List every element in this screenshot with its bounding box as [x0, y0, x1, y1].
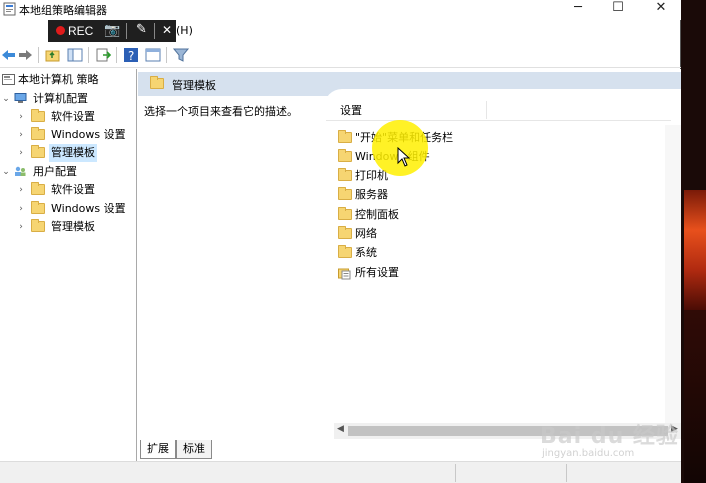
chevron-right-icon[interactable]: ›	[16, 218, 26, 236]
forward-arrow-icon[interactable]	[16, 46, 34, 64]
scroll-left-icon[interactable]: ◀	[337, 424, 344, 434]
folder-icon	[31, 182, 45, 195]
folder-icon	[31, 145, 45, 158]
filter-icon[interactable]	[172, 46, 190, 64]
column-divider[interactable]	[486, 101, 487, 119]
camera-icon[interactable]: 📷	[104, 23, 120, 38]
chevron-right-icon[interactable]: ›	[16, 200, 26, 218]
recorder-divider	[154, 23, 155, 39]
toolbar-divider	[38, 47, 39, 63]
list-item-label: 服务器	[355, 188, 388, 201]
list-item-label: 网络	[355, 227, 377, 240]
folder-icon	[338, 130, 352, 143]
recorder-divider	[126, 23, 127, 39]
record-dot-icon	[56, 26, 65, 35]
folder-icon	[31, 219, 45, 232]
tree-label: 软件设置	[51, 110, 95, 123]
list-item-label: 系统	[355, 246, 377, 259]
folder-icon	[338, 149, 352, 162]
screen-recorder-bar: REC 📷 ✎ ✕	[48, 20, 176, 42]
list-item-label: 所有设置	[355, 266, 399, 279]
tree-label: 管理模板	[49, 144, 97, 162]
folder-icon	[338, 168, 352, 181]
chevron-down-icon[interactable]: ⌄	[1, 90, 11, 108]
toolbar-divider	[166, 47, 167, 63]
menu-help[interactable]: (H)	[176, 24, 193, 37]
navigation-tree: 本地计算机 策略 ⌄ 计算机配置 › 软件设置 › Windows 设置 › 管…	[0, 69, 137, 461]
record-label[interactable]: REC	[68, 24, 93, 38]
watermark-url: jingyan.baidu.com	[542, 448, 635, 459]
window-title: 本地组策略编辑器	[19, 4, 107, 17]
list-item-label: 控制面板	[355, 208, 399, 221]
tree-label: Windows 设置	[51, 128, 126, 141]
up-folder-icon[interactable]	[44, 46, 62, 64]
folder-icon	[31, 201, 45, 214]
recorder-close-icon[interactable]: ✕	[162, 23, 172, 37]
chevron-right-icon[interactable]: ›	[16, 126, 26, 144]
tree-label: Windows 设置	[51, 202, 126, 215]
desktop-wallpaper-dark	[684, 310, 706, 483]
gpedit-window: 本地组策略编辑器 ─ ☐ ✕ REC 📷 ✎ ✕ (H) ? 本地计算机 策略	[0, 0, 681, 483]
all-settings-icon	[338, 268, 351, 280]
toolbar-divider	[88, 47, 89, 63]
folder-icon	[338, 207, 352, 220]
help-icon[interactable]: ?	[122, 46, 140, 64]
watermark-logo-text: Bai du 经验	[540, 424, 679, 449]
properties-icon[interactable]	[144, 46, 162, 64]
description-text: 选择一个项目来查看它的描述。	[144, 105, 298, 118]
maximize-button[interactable]: ☐	[598, 0, 638, 18]
folder-icon	[338, 245, 352, 258]
view-tabs: 扩展 标准	[138, 440, 438, 460]
status-divider	[455, 464, 456, 482]
computer-icon	[14, 93, 27, 103]
minimize-button[interactable]: ─	[558, 0, 598, 18]
tree-label: 软件设置	[51, 183, 95, 196]
title-bar: 本地组策略编辑器 ─ ☐ ✕	[0, 0, 681, 20]
column-header[interactable]: 设置	[326, 99, 671, 121]
folder-icon	[150, 76, 164, 89]
toolbar: ?	[0, 42, 681, 68]
desktop-wallpaper-glow	[684, 190, 706, 310]
close-window-button[interactable]: ✕	[641, 0, 681, 18]
app-icon	[3, 2, 16, 16]
chevron-right-icon[interactable]: ›	[16, 108, 26, 126]
tree-label: 管理模板	[51, 220, 95, 233]
tab-extended[interactable]: 扩展	[140, 440, 176, 459]
mouse-pointer-icon	[397, 147, 411, 167]
toolbar-divider	[116, 47, 117, 63]
folder-icon	[31, 127, 45, 140]
tree-label: 本地计算机 策略	[18, 73, 99, 86]
svg-text:?: ?	[128, 49, 134, 63]
baidu-watermark: Bai du 经验 jingyan.baidu.com	[540, 410, 680, 470]
policy-icon	[2, 74, 15, 85]
vertical-scrollbar[interactable]	[665, 125, 681, 423]
users-icon	[15, 166, 26, 176]
folder-icon	[338, 226, 352, 239]
chevron-right-icon[interactable]: ›	[16, 181, 26, 199]
folder-icon	[338, 187, 352, 200]
export-list-icon[interactable]	[94, 46, 112, 64]
chevron-down-icon[interactable]: ⌄	[1, 163, 11, 181]
tree-label: 计算机配置	[33, 92, 88, 105]
pen-icon[interactable]: ✎	[136, 22, 147, 37]
tab-standard[interactable]: 标准	[176, 440, 212, 459]
chevron-right-icon[interactable]: ›	[16, 144, 26, 162]
folder-icon	[31, 109, 45, 122]
column-header-label: 设置	[340, 104, 362, 117]
tree-label: 用户配置	[33, 165, 77, 178]
details-header-title: 管理模板	[172, 79, 216, 92]
show-hide-tree-icon[interactable]	[66, 46, 84, 64]
